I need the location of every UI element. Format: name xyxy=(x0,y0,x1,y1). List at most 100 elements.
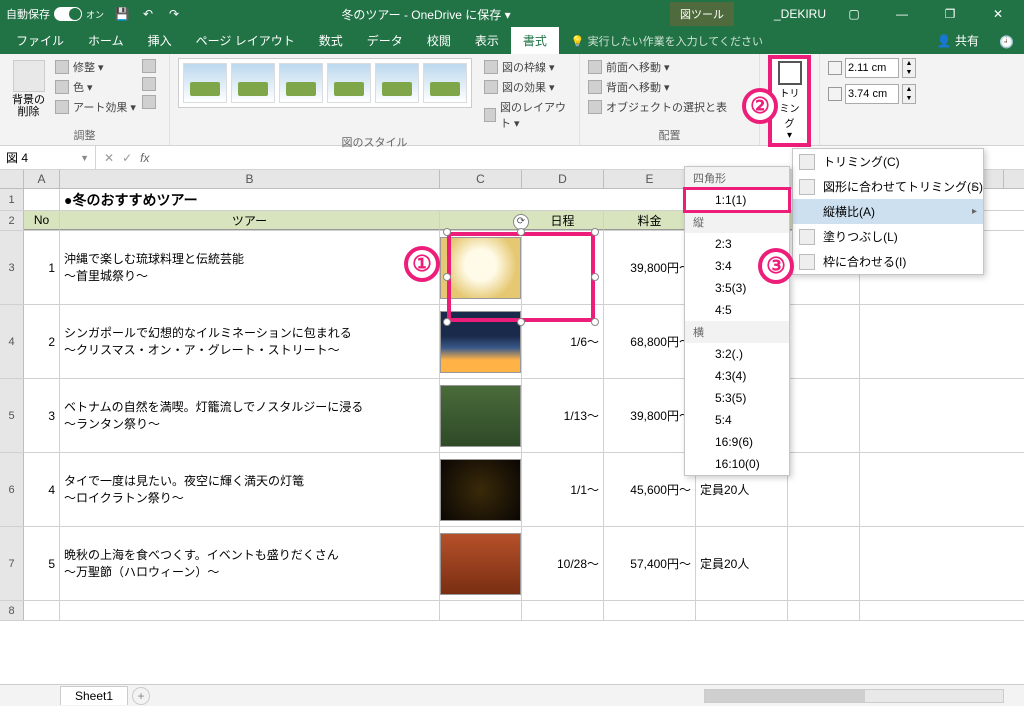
width-spinner[interactable]: ▲▼ xyxy=(902,84,916,104)
cell[interactable] xyxy=(788,379,860,452)
style-thumb[interactable] xyxy=(375,63,419,103)
cell[interactable] xyxy=(24,601,60,620)
cell-no[interactable]: 1 xyxy=(24,231,60,304)
row-header[interactable]: 5 xyxy=(0,379,24,452)
resize-handle[interactable] xyxy=(591,273,599,281)
tab-view[interactable]: 表示 xyxy=(463,27,511,54)
tab-format[interactable]: 書式 xyxy=(511,27,559,54)
crop-menu-fill[interactable]: 塗りつぶし(L) xyxy=(793,224,983,249)
selection-pane-button[interactable]: オブジェクトの選択と表 xyxy=(588,98,727,116)
new-sheet-button[interactable]: + xyxy=(132,687,150,705)
cell-capacity[interactable]: 定員20人 xyxy=(696,527,788,600)
cell-date[interactable]: 10/28～ xyxy=(522,527,604,600)
row-header[interactable]: 8 xyxy=(0,601,24,620)
tab-formulas[interactable]: 数式 xyxy=(307,27,355,54)
row-header[interactable]: 2 xyxy=(0,211,24,230)
crop-menu-trim[interactable]: トリミング(C) xyxy=(793,149,983,174)
minimize-icon[interactable]: — xyxy=(882,0,922,28)
send-backward-button[interactable]: 背面へ移動 ▾ xyxy=(588,78,727,96)
cell[interactable] xyxy=(788,601,860,620)
tab-page-layout[interactable]: ページ レイアウト xyxy=(184,27,307,54)
height-input[interactable]: ▲▼ xyxy=(828,58,916,78)
horizontal-scrollbar[interactable] xyxy=(704,689,1004,703)
resize-handle[interactable] xyxy=(591,228,599,236)
cell[interactable] xyxy=(788,305,860,378)
cell-price[interactable]: 39,800円～ xyxy=(604,231,696,304)
cell-date[interactable]: 1/13～ xyxy=(522,379,604,452)
aspect-3-2[interactable]: 3:2(.) xyxy=(685,343,789,365)
width-field[interactable] xyxy=(845,84,899,104)
corrections-button[interactable]: 修整 ▾ xyxy=(55,58,136,76)
aspect-16-10[interactable]: 16:10(0) xyxy=(685,453,789,475)
aspect-1-1[interactable]: 1:1(1) xyxy=(685,189,789,211)
header-tour[interactable]: ツアー xyxy=(60,211,440,230)
crop-menu-shape[interactable]: 図形に合わせてトリミング(S)▸ xyxy=(793,174,983,199)
resize-handle[interactable] xyxy=(443,273,451,281)
cell-price[interactable]: 45,600円～ xyxy=(604,453,696,526)
resize-handle[interactable] xyxy=(517,318,525,326)
cell-date[interactable]: 1/1～ xyxy=(522,453,604,526)
cell[interactable] xyxy=(60,601,440,620)
crop-menu-aspect[interactable]: 縦横比(A)▸ xyxy=(793,199,983,224)
cell[interactable] xyxy=(788,453,860,526)
picture-border-button[interactable]: 図の枠線 ▾ xyxy=(484,58,571,76)
width-input[interactable]: ▲▼ xyxy=(828,84,916,104)
cell[interactable] xyxy=(440,601,522,620)
crop-menu-fit[interactable]: 枠に合わせる(I) xyxy=(793,249,983,274)
remove-background-button[interactable]: 背景の 削除 xyxy=(8,58,49,120)
tab-data[interactable]: データ xyxy=(355,27,415,54)
fx-label[interactable]: fx xyxy=(140,151,149,165)
aspect-4-3[interactable]: 4:3(4) xyxy=(685,365,789,387)
aspect-16-9[interactable]: 16:9(6) xyxy=(685,431,789,453)
cell-photo[interactable] xyxy=(440,453,522,526)
style-thumb[interactable] xyxy=(183,63,227,103)
resize-handle[interactable] xyxy=(517,228,525,236)
cell-tour[interactable]: ベトナムの自然を満喫。灯籠流しでノスタルジーに浸る ～ランタン祭り～ xyxy=(60,379,440,452)
picture-tools-tab[interactable]: 図ツール xyxy=(670,2,734,26)
cell-no[interactable]: 2 xyxy=(24,305,60,378)
col-header[interactable]: B xyxy=(60,170,440,188)
row-header[interactable]: 7 xyxy=(0,527,24,600)
cell[interactable] xyxy=(696,601,788,620)
history-icon[interactable]: 🕘 xyxy=(989,30,1024,54)
row-header[interactable]: 6 xyxy=(0,453,24,526)
row-header[interactable]: 4 xyxy=(0,305,24,378)
row-header[interactable]: 3 xyxy=(0,231,24,304)
tour-photo[interactable] xyxy=(440,385,521,447)
cell-tour[interactable]: タイで一度は見たい。夜空に輝く満天の灯篭 ～ロイクラトン祭り～ xyxy=(60,453,440,526)
cell-photo[interactable] xyxy=(440,527,522,600)
tab-home[interactable]: ホーム xyxy=(76,27,136,54)
col-header[interactable]: A xyxy=(24,170,60,188)
cell-price[interactable]: 68,800円～ xyxy=(604,305,696,378)
cancel-formula-icon[interactable]: ✕ xyxy=(104,151,114,165)
aspect-4-5[interactable]: 4:5 xyxy=(685,299,789,321)
change-picture-icon[interactable] xyxy=(142,76,156,92)
cell[interactable] xyxy=(604,601,696,620)
save-icon[interactable]: 💾 xyxy=(114,6,130,22)
compress-icon[interactable] xyxy=(142,58,156,74)
col-header[interactable]: D xyxy=(522,170,604,188)
col-header[interactable]: E xyxy=(604,170,696,188)
restore-icon[interactable]: ❐ xyxy=(930,0,970,28)
picture-layout-button[interactable]: 図のレイアウト ▾ xyxy=(484,98,571,132)
style-thumb[interactable] xyxy=(279,63,323,103)
header-no[interactable]: No xyxy=(24,211,60,230)
aspect-5-3[interactable]: 5:3(5) xyxy=(685,387,789,409)
autosave[interactable]: 自動保存 オン xyxy=(6,6,104,22)
row-header[interactable]: 1 xyxy=(0,189,24,210)
reset-picture-icon[interactable] xyxy=(142,94,156,110)
undo-icon[interactable]: ↶ xyxy=(140,6,156,22)
scrollbar-thumb[interactable] xyxy=(705,690,865,702)
sheet-tab[interactable]: Sheet1 xyxy=(60,686,128,705)
style-thumb[interactable] xyxy=(231,63,275,103)
close-icon[interactable]: ✕ xyxy=(978,0,1018,28)
height-field[interactable] xyxy=(845,58,899,78)
resize-handle[interactable] xyxy=(591,318,599,326)
name-box[interactable]: 図 4▼ xyxy=(0,146,96,169)
style-thumb[interactable] xyxy=(423,63,467,103)
header-date[interactable]: 日程 xyxy=(522,211,604,230)
cell-no[interactable]: 5 xyxy=(24,527,60,600)
resize-handle[interactable] xyxy=(443,228,451,236)
picture-effects-button[interactable]: 図の効果 ▾ xyxy=(484,78,571,96)
tour-photo[interactable] xyxy=(440,533,521,595)
